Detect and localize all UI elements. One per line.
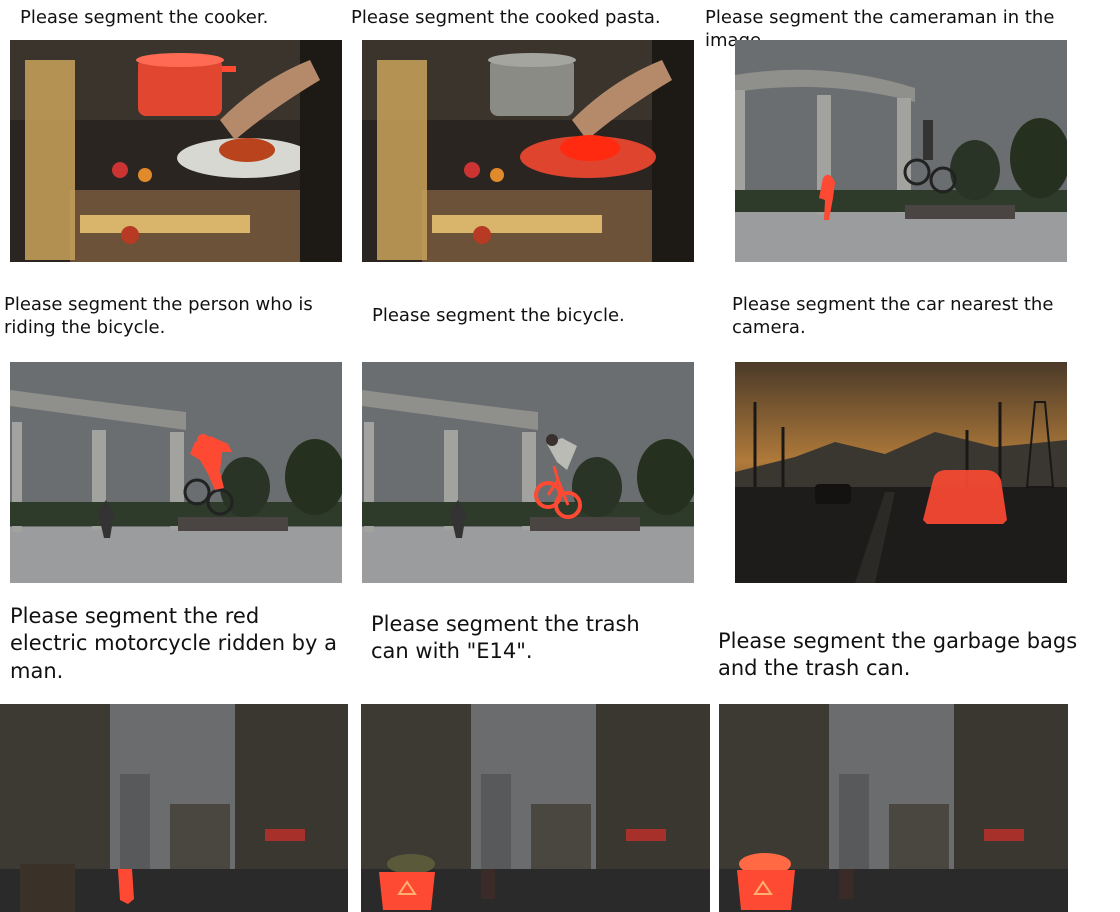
image-plaza-bicycle — [362, 362, 694, 583]
caption-bicycle: Please segment the bicycle. — [372, 305, 625, 326]
caption-garbage: Please segment the garbage bags and the … — [718, 629, 1078, 681]
image-kitchen-pasta — [362, 40, 694, 262]
caption-pasta: Please segment the cooked pasta. — [351, 7, 661, 28]
caption-cooker: Please segment the cooker. — [20, 7, 269, 28]
cooker-mask — [136, 53, 236, 116]
image-street-trash-e14 — [361, 704, 710, 912]
caption-motorcycle: Please segment the red electric motorcyc… — [10, 604, 337, 683]
car-mask — [923, 470, 1007, 524]
image-road-car — [735, 362, 1067, 583]
caption-trash-e14: Please segment the trash can with "E14". — [371, 612, 640, 664]
caption-car: Please segment the car nearest the camer… — [732, 294, 1054, 339]
image-street-garbage — [719, 704, 1068, 912]
image-plaza-cameraman — [735, 40, 1067, 262]
image-kitchen-cooker — [10, 40, 342, 262]
trash-e14-mask — [379, 872, 435, 910]
motorcycle-mask — [118, 869, 134, 904]
caption-rider: Please segment the person who is riding … — [4, 294, 313, 339]
image-street-motorcycle — [0, 704, 348, 912]
garbage-mask — [737, 853, 795, 910]
image-plaza-rider — [10, 362, 342, 583]
